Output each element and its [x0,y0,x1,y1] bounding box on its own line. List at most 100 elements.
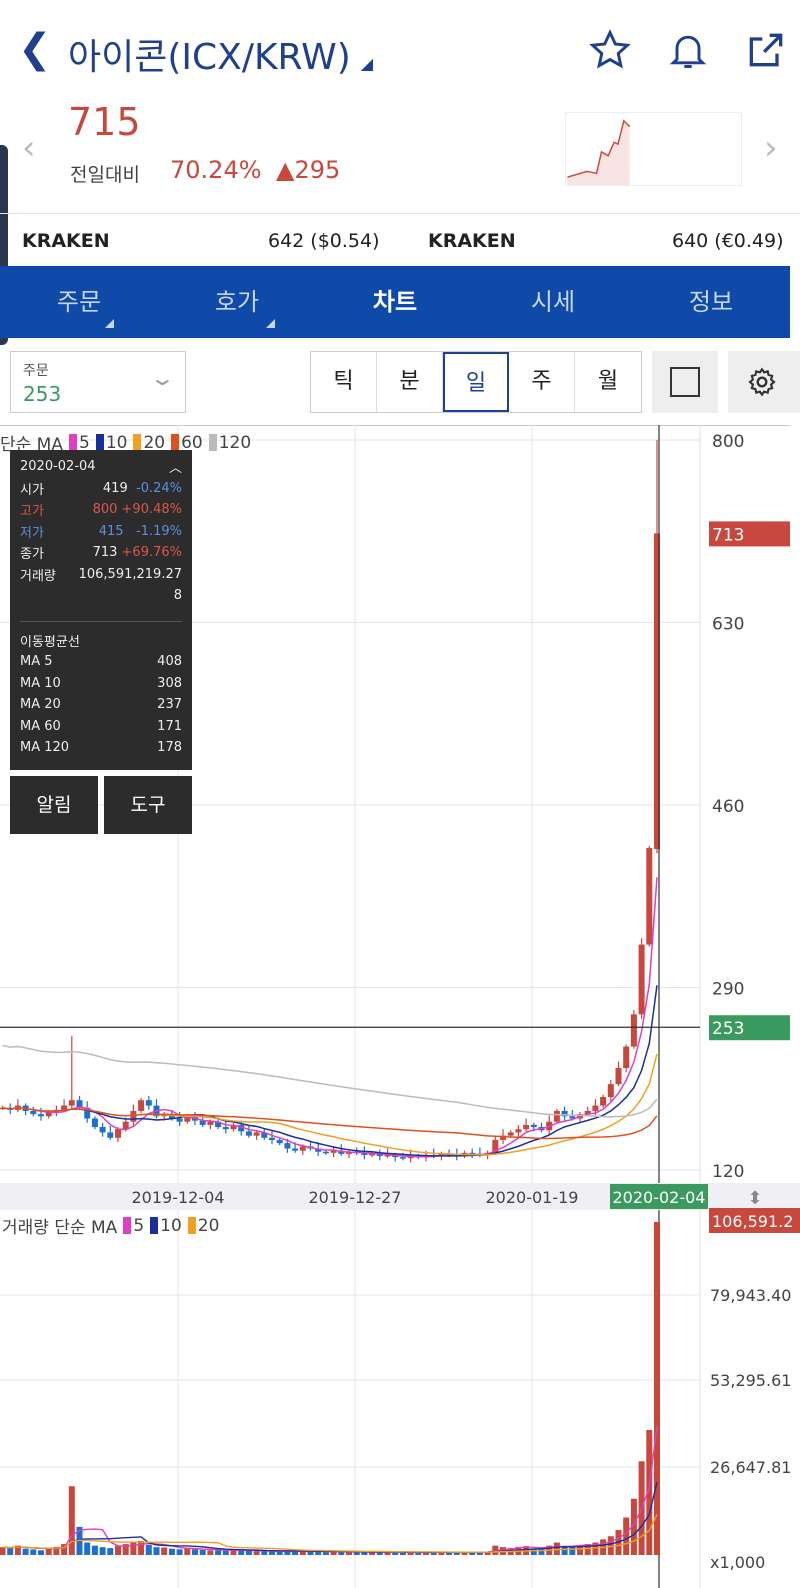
legend-swatch [123,1217,132,1234]
period-week[interactable]: 주 [509,352,575,412]
prev-coin-button[interactable]: ‹ [22,128,36,168]
ma-label: MA 20 [20,697,61,713]
settings-button[interactable] [728,351,800,413]
caret-icon [266,319,275,328]
cursor-date-label: 2020-02-04 [613,1188,706,1207]
tab-market[interactable]: 시세 [474,266,632,338]
period-month[interactable]: 월 [575,352,641,412]
high-pct: +90.48% [121,502,182,518]
candle-body [623,1046,630,1069]
tab-label: 차트 [372,288,418,316]
ohlc-tooltip: 2020-02-04 ︿ 시가 419 -0.24% 고가 800 +90.48% 저… [10,450,192,770]
candle-body [322,1151,329,1154]
ma10-line [71,985,658,1157]
back-button[interactable]: ❮ [18,26,52,72]
candle-body [207,1121,214,1125]
tools-button[interactable]: 도구 [104,776,192,834]
change-label: 전일대비 [70,164,140,186]
volume-bar [99,1547,106,1555]
volume-bar [68,1486,75,1555]
exchange-price: 642 ($0.54) [268,230,380,252]
volume-bar [353,1552,360,1555]
tab-label: 정보 [688,288,734,316]
open-label: 시가 [20,482,44,498]
candle-body [276,1139,283,1144]
volume-bar [253,1551,260,1555]
legend-item: 5 [133,1215,145,1236]
price-tick-label: 630 [712,615,744,635]
ma-label: MA 120 [20,740,70,756]
page-title[interactable]: 아이콘(ICX/KRW) ◢ [68,28,373,80]
order-label: 주문 [23,363,49,379]
low-label: 저가 [20,525,44,541]
ma-title: 이동평균선 [20,634,80,650]
date-tick-label: 2019-12-27 [309,1188,402,1207]
period-tick[interactable]: 틱 [311,352,377,412]
low-pct: -1.19% [136,523,182,539]
volume-bar [38,1550,44,1555]
period-minute[interactable]: 분 [377,352,443,412]
legend-swatch [208,434,217,451]
legend-swatch [187,1217,196,1234]
tab-chart[interactable]: 차트 [316,266,474,338]
period-day[interactable]: 일 [443,352,509,412]
candle-body [130,1110,137,1122]
volume-bar [7,1548,14,1555]
next-coin-button[interactable]: › [764,128,778,168]
tooltip-date: 2020-02-04 [20,459,96,475]
period-selector: 틱 분 일 주 월 [310,351,642,413]
low-value: 415 [98,523,124,539]
volume-ma5-line [2,1425,658,1554]
volume-label: 거래량 [20,568,56,584]
candle-body [138,1100,145,1111]
resize-handle-icon: ⬍ [747,1188,762,1209]
volume-value-tail: 8 [173,588,182,604]
tab-orderbook[interactable]: 호가 [158,266,316,338]
volume-bar [623,1517,630,1555]
bell-icon[interactable] [666,28,710,72]
ma-value: 171 [157,718,182,734]
candle-body [592,1105,599,1111]
price-tick-label: 290 [712,980,744,1000]
volume-tick-label: 79,943.40 [710,1286,791,1305]
candle-body [38,1114,44,1117]
candle-body [176,1118,183,1122]
candle-body [91,1118,98,1128]
exchange-row: KRAKEN 642 ($0.54) KRAKEN 640 (€0.49) [0,213,800,266]
volume-bar [145,1545,152,1555]
volume-bar [322,1551,329,1555]
cursor-price-label: 253 [712,1019,744,1039]
share-icon[interactable] [744,28,788,72]
open-pct: -0.24% [136,480,182,496]
exchange-name: KRAKEN [428,230,516,252]
candle-body [646,847,653,945]
tab-label: 호가 [214,288,260,316]
volume-bar [91,1545,98,1555]
alert-button[interactable]: 알림 [10,776,98,834]
divider [20,620,182,622]
order-select[interactable]: 주문 253 ⌄ [10,351,186,413]
tab-info[interactable]: 정보 [632,266,790,338]
candle-body [630,1014,637,1047]
candle-body [607,1084,614,1097]
tab-order[interactable]: 주문 [0,266,158,338]
price-tick-label: 800 [712,432,744,452]
volume-bar [84,1542,91,1555]
volume-bar [654,1222,660,1555]
candle-body [145,1100,152,1106]
legend-swatch [68,434,77,451]
volume-bar [138,1540,145,1555]
star-icon[interactable] [588,28,632,72]
volume-bar [215,1550,222,1555]
volume-bar [192,1549,198,1555]
high-label: 고가 [20,504,44,520]
collapse-icon[interactable]: ︿ [169,457,182,476]
chevron-down-icon: ⌄ [149,366,177,390]
legend-item: 20 [197,1215,220,1236]
sparkline-chart [565,112,742,186]
ma-value: 178 [157,740,182,756]
volume-bar [245,1550,252,1555]
fullscreen-button[interactable] [652,351,718,413]
volume-tick-label: x1,000 [710,1553,765,1572]
volume-legend: 거래량 단순 MA 5 10 20 [2,1213,220,1239]
